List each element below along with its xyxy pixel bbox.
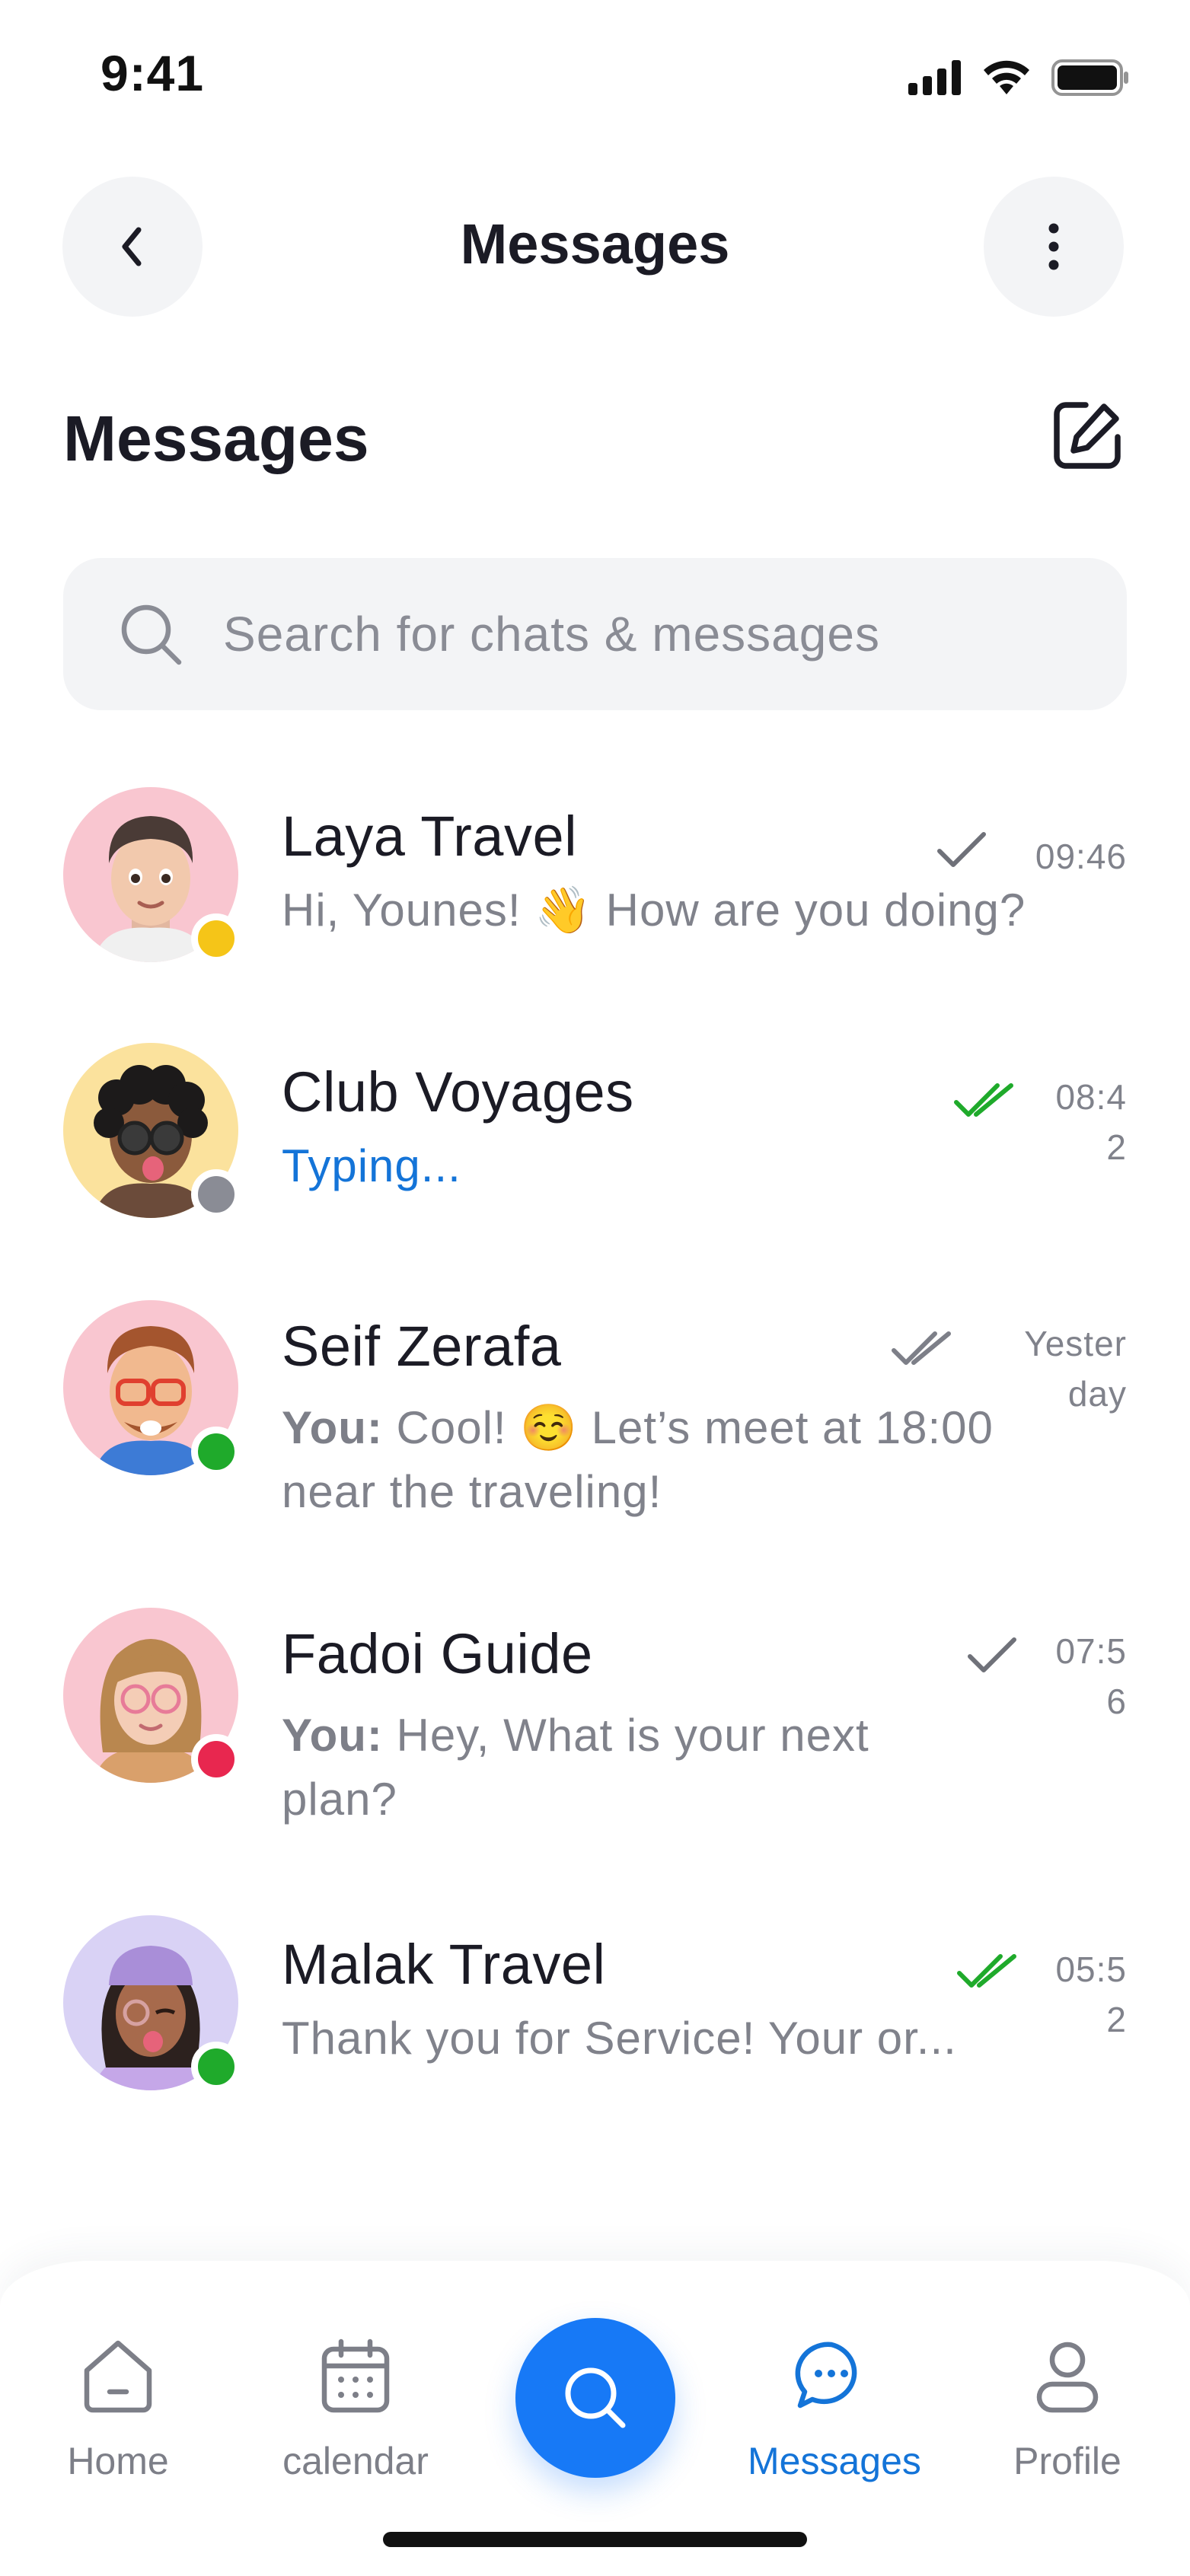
tab-label: Messages xyxy=(748,2440,921,2482)
bottom-tab-bar: Home calendar Messages Profile xyxy=(0,2261,1190,2576)
presence-indicator xyxy=(191,1734,241,1784)
tab-label: Home xyxy=(67,2440,169,2482)
chat-item[interactable]: Fadoi Guide You: Hey, What is your next … xyxy=(0,1608,1190,1859)
chat-item[interactable]: Laya Travel Hi, Younes! 👋 How are you do… xyxy=(0,787,1190,985)
tab-home[interactable]: Home xyxy=(34,2334,202,2483)
presence-indicator xyxy=(191,2042,241,2092)
typing-indicator: Typing... xyxy=(282,1140,461,1191)
battery-icon xyxy=(1051,59,1128,96)
search-icon xyxy=(121,604,182,665)
search-fab-button[interactable] xyxy=(515,2318,675,2478)
status-bar: 9:41 xyxy=(0,0,1190,152)
chat-preview: You: Hey, What is your next plan? xyxy=(282,1710,869,1825)
chat-name: Club Voyages xyxy=(282,1060,634,1124)
chat-time: 07:5 6 xyxy=(1055,1631,1127,1721)
chat-time: 08:4 2 xyxy=(1055,1077,1127,1167)
page-title: Messages xyxy=(63,403,369,474)
presence-indicator xyxy=(191,1169,241,1219)
chat-name: Laya Travel xyxy=(282,805,578,868)
avatar xyxy=(63,1300,241,1477)
user-icon xyxy=(1036,2342,1099,2413)
tab-profile[interactable]: Profile xyxy=(984,2334,1151,2483)
status-icons xyxy=(908,59,1129,96)
home-icon xyxy=(84,2340,152,2413)
presence-indicator xyxy=(191,1427,241,1477)
avatar xyxy=(63,787,241,964)
chat-item[interactable]: Club Voyages Typing... 08:4 2 xyxy=(0,1043,1190,1241)
chat-item[interactable]: Seif Zerafa You: Cool! ☺️ Let’s meet at … xyxy=(0,1300,1190,1551)
tab-messages[interactable]: Messages xyxy=(748,2334,921,2483)
tab-label: calendar xyxy=(282,2440,429,2482)
chat-preview: You: Cool! ☺️ Let’s meet at 18:00 near t… xyxy=(282,1402,994,1517)
tab-calendar[interactable]: calendar xyxy=(272,2334,439,2483)
tab-label: Profile xyxy=(1013,2440,1121,2482)
chat-bubble-icon xyxy=(795,2342,857,2409)
chat-time: 05:5 2 xyxy=(1055,1950,1127,2039)
chat-preview: Hi, Younes! 👋 How are you doing? xyxy=(282,885,1026,936)
chat-name: Malak Travel xyxy=(282,1933,606,1996)
wifi-icon xyxy=(984,60,1029,94)
chat-time: Yester day xyxy=(1024,1324,1127,1414)
compose-button[interactable] xyxy=(1048,396,1127,475)
avatar xyxy=(63,1915,241,2092)
check-icon xyxy=(968,1637,1016,1672)
avatar xyxy=(63,1608,241,1784)
edit-icon xyxy=(1054,402,1121,469)
double-check-icon xyxy=(954,1083,1013,1117)
home-indicator xyxy=(383,2532,807,2547)
status-time: 9:41 xyxy=(100,45,205,101)
signal-icon xyxy=(908,60,961,95)
chat-name: Fadoi Guide xyxy=(282,1622,593,1685)
presence-indicator xyxy=(191,913,241,964)
search-input[interactable] xyxy=(223,606,1061,662)
calendar-icon xyxy=(321,2338,390,2413)
search-icon xyxy=(565,2367,626,2428)
avatar xyxy=(63,1043,241,1219)
more-options-button[interactable] xyxy=(984,177,1124,317)
double-check-icon xyxy=(892,1331,951,1365)
chat-time: 09:46 xyxy=(1035,837,1127,876)
check-icon xyxy=(937,832,986,867)
chat-name: Seif Zerafa xyxy=(282,1315,562,1378)
chat-item[interactable]: Malak Travel Thank you for Service! Your… xyxy=(0,1915,1190,2113)
chat-preview: Thank you for Service! Your or... xyxy=(282,2013,957,2064)
more-vertical-icon xyxy=(1048,223,1059,270)
double-check-icon xyxy=(957,1954,1016,1988)
search-box[interactable] xyxy=(63,558,1127,710)
